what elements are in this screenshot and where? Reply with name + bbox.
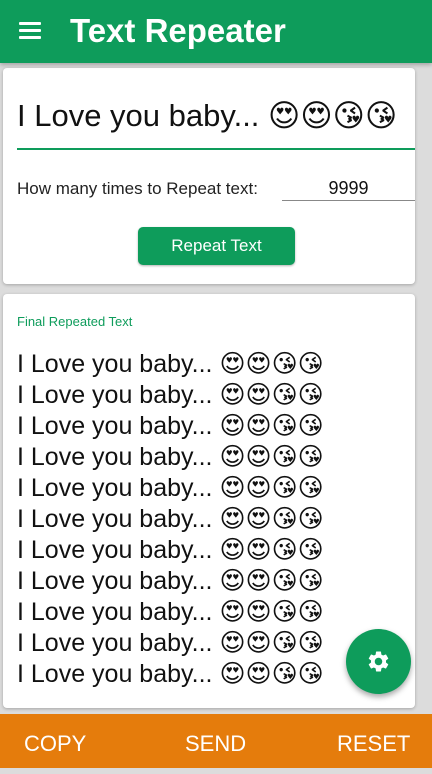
output-line: I Love you baby... 😍😍😘😘 [17,443,324,471]
repeat-count-label: How many times to Repeat text: [17,179,258,198]
gear-icon [368,651,389,672]
copy-button[interactable]: COPY [24,714,86,768]
output-line: I Love you baby... 😍😍😘😘 [17,598,324,626]
input-card: I Love you baby... 😍😍😘😘 How many times t… [3,68,415,284]
output-line: I Love you baby... 😍😍😘😘 [17,567,324,595]
output-line: I Love you baby... 😍😍😘😘 [17,505,324,533]
app-bar: Text Repeater [0,0,432,63]
repeat-text-button[interactable]: Repeat Text [138,227,295,265]
output-line: I Love you baby... 😍😍😘😘 [17,381,324,409]
output-line: I Love you baby... 😍😍😘😘 [17,536,324,564]
reset-button[interactable]: RESET [337,714,410,768]
menu-icon[interactable] [19,22,41,40]
output-line: I Love you baby... 😍😍😘😘 [17,350,324,378]
output-text[interactable]: I Love you baby... 😍😍😘😘 I Love you baby.… [17,349,407,690]
repeat-count-input[interactable]: 9999 [282,172,415,201]
send-button[interactable]: SEND [185,714,246,768]
text-input[interactable]: I Love you baby... 😍😍😘😘 [17,92,415,150]
output-line: I Love you baby... 😍😍😘😘 [17,412,324,440]
output-line: I Love you baby... 😍😍😘😘 [17,474,324,502]
settings-button[interactable] [346,629,411,694]
bottom-action-bar: COPY SEND RESET [0,714,432,768]
output-label: Final Repeated Text [17,314,133,329]
app-title: Text Repeater [70,12,286,49]
